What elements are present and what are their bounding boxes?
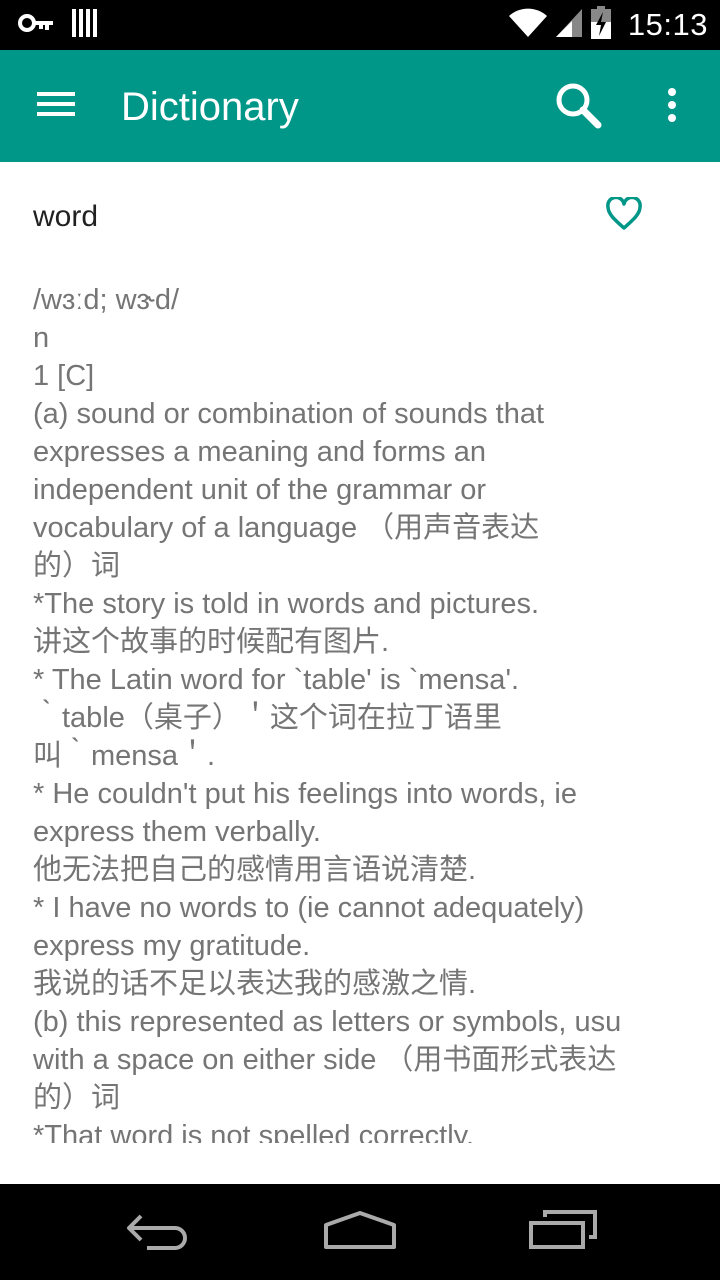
favorite-button[interactable]: [598, 192, 650, 240]
definition-line: expresses a meaning and forms an: [33, 436, 486, 468]
status-time: 15:13: [627, 7, 708, 42]
entry-word: word: [33, 200, 99, 233]
part-of-speech: n: [33, 322, 50, 354]
example-line: express them verbally.: [33, 816, 321, 848]
search-button[interactable]: [548, 78, 608, 136]
example-line: express my gratitude.: [33, 930, 311, 962]
more-vert-icon: [666, 87, 678, 127]
example-line: * He couldn't put his feelings into word…: [33, 778, 577, 810]
navigation-bar: [0, 1184, 720, 1280]
status-bar: 15:13: [0, 0, 720, 50]
definition-line: 的）词: [33, 1082, 121, 1114]
menu-icon: [36, 90, 76, 122]
example-line: *The story is told in words and pictures…: [33, 588, 540, 620]
definition-line: independent unit of the grammar or: [33, 474, 486, 506]
overflow-menu-button[interactable]: [650, 78, 694, 136]
status-left-icons: [18, 9, 98, 41]
home-button[interactable]: [312, 1202, 408, 1262]
heart-outline-icon: [605, 195, 643, 235]
app-bar: Dictionary: [0, 50, 720, 162]
back-icon: [125, 1210, 195, 1254]
example-translation: 叫｀mensa＇.: [33, 740, 216, 772]
status-right-icons: 15:13: [508, 6, 708, 44]
definition-line: (a) sound or combination of sounds that: [33, 398, 545, 430]
definition-line: with a space on either side （用书面形式表达: [33, 1044, 617, 1076]
wifi-icon: [508, 7, 548, 43]
menu-button[interactable]: [24, 78, 88, 134]
home-icon: [322, 1209, 398, 1255]
back-button[interactable]: [112, 1202, 208, 1262]
definition-line: (b) this represented as letters or symbo…: [33, 1006, 622, 1038]
app-title: Dictionary: [121, 85, 299, 129]
signal-icon: [554, 7, 584, 43]
example-translation: 他无法把自己的感情用言语说清楚.: [33, 854, 477, 886]
example-line: * The Latin word for `table' is `mensa'.: [33, 664, 520, 696]
example-line: * I have no words to (ie cannot adequate…: [33, 892, 585, 924]
search-icon: [554, 81, 602, 133]
definition-line: 的）词: [33, 550, 121, 582]
entry-content[interactable]: word /wɜːd; wɝd/ n 1 [C] (a) sound or co…: [0, 162, 720, 1144]
example-translation: 讲这个故事的时候配有图片.: [33, 626, 390, 658]
pronunciation: /wɜːd; wɝd/: [33, 284, 180, 316]
example-line: *That word is not spelled correctly.: [33, 1120, 475, 1143]
definition-line: vocabulary of a language （用声音表达: [33, 512, 540, 544]
example-translation: ｀table（桌子）＇这个词在拉丁语里: [33, 702, 502, 734]
battery-icon: [590, 6, 612, 44]
recents-icon: [527, 1209, 599, 1255]
key-icon: [18, 13, 54, 37]
definition-text: /wɜːd; wɝd/ n 1 [C] (a) sound or combina…: [33, 281, 693, 1143]
recents-button[interactable]: [515, 1202, 611, 1262]
barcode-icon: [72, 9, 98, 41]
sense-number: 1 [C]: [33, 360, 95, 392]
example-translation: 我说的话不足以表达我的感激之情.: [33, 968, 477, 1000]
